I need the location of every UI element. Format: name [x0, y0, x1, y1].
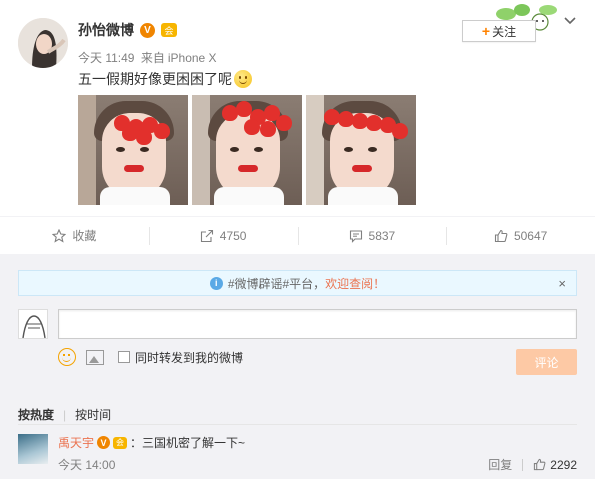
author-line: 孙怡微博 V 会: [78, 20, 177, 40]
verified-badge-icon: V: [140, 22, 155, 38]
comment-button[interactable]: 5837: [297, 217, 447, 254]
favorite-button[interactable]: 收藏: [0, 217, 149, 254]
reply-button[interactable]: 回复: [488, 456, 512, 473]
default-avatar-icon: [19, 310, 47, 338]
comment-item: 禹天宇 V 会 ：三国机密了解一下~ 今天 14:00 回复 2292: [18, 432, 577, 474]
post-text: 五一假期好像更困困了呢: [78, 69, 252, 89]
like-button[interactable]: 50647: [446, 217, 595, 254]
comment-text: ：三国机密了解一下~: [130, 436, 246, 450]
info-icon: i: [209, 276, 223, 290]
author-avatar-image: [18, 18, 68, 68]
rumor-notice-banner: i #微博辟谣#平台， 欢迎查阅！ ×: [18, 270, 577, 296]
emoji-icon[interactable]: [58, 348, 76, 366]
chevron-down-icon[interactable]: [563, 16, 577, 26]
post-text-content: 五一假期好像更困困了呢: [78, 71, 232, 87]
checkbox-icon[interactable]: [118, 351, 130, 363]
commenter-avatar[interactable]: [18, 434, 48, 464]
vip-badge-icon: 会: [161, 23, 177, 37]
sort-hot-tab[interactable]: 按热度: [18, 406, 54, 423]
close-icon[interactable]: ×: [558, 276, 566, 291]
comment-like-button[interactable]: 2292: [533, 458, 577, 472]
photo-3[interactable]: [306, 95, 416, 205]
repost-checkbox-label: 同时转发到我的微博: [135, 350, 244, 365]
my-avatar[interactable]: [18, 309, 48, 339]
smile-emoji-icon: [234, 70, 252, 88]
verified-badge-icon: V: [97, 436, 111, 449]
thumbs-up-icon: [494, 229, 508, 242]
notice-link[interactable]: 欢迎查阅！: [325, 275, 385, 292]
follow-button[interactable]: + 关注: [462, 20, 536, 42]
post-source[interactable]: iPhone X: [168, 51, 217, 65]
like-count: 50647: [513, 228, 548, 243]
comment-icon: [349, 229, 362, 243]
photo-grid: [78, 95, 416, 205]
comment-sort-tabs: 按热度 | 按时间: [18, 406, 111, 423]
photo-1[interactable]: [78, 95, 188, 205]
star-icon: [52, 228, 67, 243]
photo-2[interactable]: [192, 95, 302, 205]
follow-label: 关注: [492, 24, 517, 39]
comment-input[interactable]: [58, 309, 577, 339]
sort-time-tab[interactable]: 按时间: [75, 406, 111, 423]
weibo-post: 孙怡微博 V 会 今天 11:49 来自 iPhone X 五一假期好像更困困了呢: [0, 0, 595, 216]
notice-text: #微博辟谣#平台，: [227, 276, 326, 291]
action-divider: [522, 458, 524, 471]
comment-count: 5837: [368, 228, 396, 243]
source-prefix: 来自: [140, 51, 165, 65]
post-time[interactable]: 今天 11:49: [78, 51, 134, 65]
sort-divider: |: [63, 407, 67, 422]
repost-icon: [200, 229, 213, 242]
comments-section: i #微博辟谣#平台， 欢迎查阅！ × 同时转发到我的微博 评论 按热度 | 按时…: [0, 254, 595, 479]
comment-tools: 同时转发到我的微博: [58, 348, 243, 366]
divider: [18, 424, 577, 425]
repost-checkbox[interactable]: 同时转发到我的微博: [118, 349, 243, 366]
image-icon[interactable]: [86, 349, 104, 365]
comment-actions: 回复 2292: [488, 456, 577, 473]
post-meta: 今天 11:49 来自 iPhone X: [78, 49, 217, 66]
post-action-bar: 收藏 4750 5837 50647: [0, 216, 595, 254]
comment-line: 禹天宇 V 会 ：三国机密了解一下~: [58, 434, 245, 451]
comment-time: 今天 14:00: [58, 458, 116, 472]
plus-icon: +: [481, 23, 491, 39]
vip-badge-icon: 会: [113, 436, 128, 449]
comment-like-count: 2292: [550, 457, 577, 472]
submit-comment-button[interactable]: 评论: [516, 349, 577, 375]
repost-button[interactable]: 4750: [148, 217, 298, 254]
author-avatar[interactable]: [18, 18, 68, 68]
repost-count: 4750: [219, 228, 247, 243]
author-name[interactable]: 孙怡微博: [78, 20, 134, 40]
commenter-name[interactable]: 禹天宇: [58, 434, 94, 451]
favorite-label: 收藏: [72, 229, 97, 243]
thumbs-up-icon: [534, 458, 546, 471]
